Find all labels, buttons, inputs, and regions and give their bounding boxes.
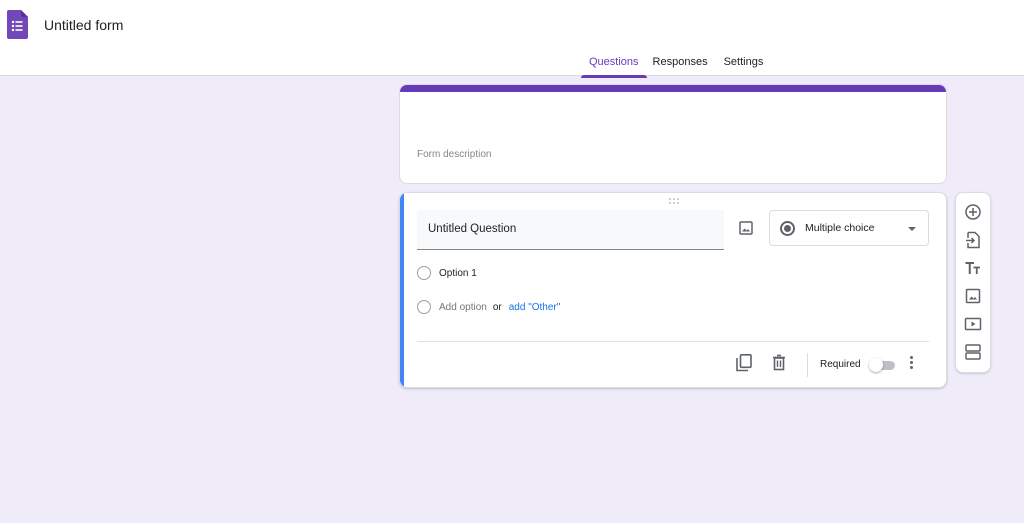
add-option-button[interactable]: Add option	[439, 302, 487, 313]
import-icon[interactable]	[964, 231, 982, 249]
radio-button-icon	[780, 221, 795, 236]
top-bar: Untitled form Questions Responses Settin…	[0, 0, 1024, 78]
active-question-indicator	[400, 193, 404, 387]
footer-separator	[807, 353, 808, 377]
radio-circle-icon	[417, 300, 431, 314]
option-label-input[interactable]: Option 1	[439, 268, 477, 279]
footer-divider	[417, 341, 929, 342]
question-title-input[interactable]: Untitled Question	[417, 210, 724, 250]
drag-handle-icon[interactable]	[668, 197, 680, 205]
chevron-down-icon	[908, 227, 916, 231]
add-option-row: Add option or add "Other"	[417, 299, 560, 315]
add-other-button[interactable]: add "Other"	[509, 302, 561, 313]
tab-responses[interactable]: Responses	[647, 50, 716, 78]
required-label: Required	[820, 359, 861, 370]
trash-icon[interactable]	[771, 354, 787, 372]
radio-circle-icon	[417, 266, 431, 280]
question-type-dropdown[interactable]: Multiple choice	[769, 210, 929, 246]
option-row: Option 1	[417, 265, 477, 281]
form-description-input[interactable]: Form description	[417, 149, 491, 160]
question-card[interactable]: Untitled Question Multiple choice Option…	[399, 192, 947, 388]
header-accent-bar	[400, 85, 946, 92]
image-icon[interactable]	[964, 287, 982, 305]
question-title-text: Untitled Question	[428, 223, 517, 235]
tab-questions[interactable]: Questions	[581, 50, 647, 78]
toggle-knob	[869, 358, 883, 372]
video-icon[interactable]	[964, 315, 982, 333]
app-title[interactable]: Untitled form	[44, 17, 123, 33]
text-fields-icon[interactable]	[964, 259, 982, 277]
copy-icon[interactable]	[736, 354, 752, 372]
section-icon[interactable]	[964, 343, 982, 361]
more-vert-icon[interactable]	[908, 356, 914, 372]
google-forms-icon[interactable]	[7, 10, 28, 39]
tab-settings[interactable]: Settings	[716, 50, 772, 78]
or-label: or	[492, 301, 502, 313]
side-toolbar	[955, 192, 991, 373]
image-icon[interactable]	[738, 220, 754, 236]
form-header-card: Untitled form	[399, 84, 947, 184]
required-toggle[interactable]	[869, 358, 897, 372]
tab-bar: Questions Responses Settings	[581, 50, 771, 78]
question-type-label: Multiple choice	[805, 222, 875, 234]
add-circle-icon[interactable]	[964, 203, 982, 221]
